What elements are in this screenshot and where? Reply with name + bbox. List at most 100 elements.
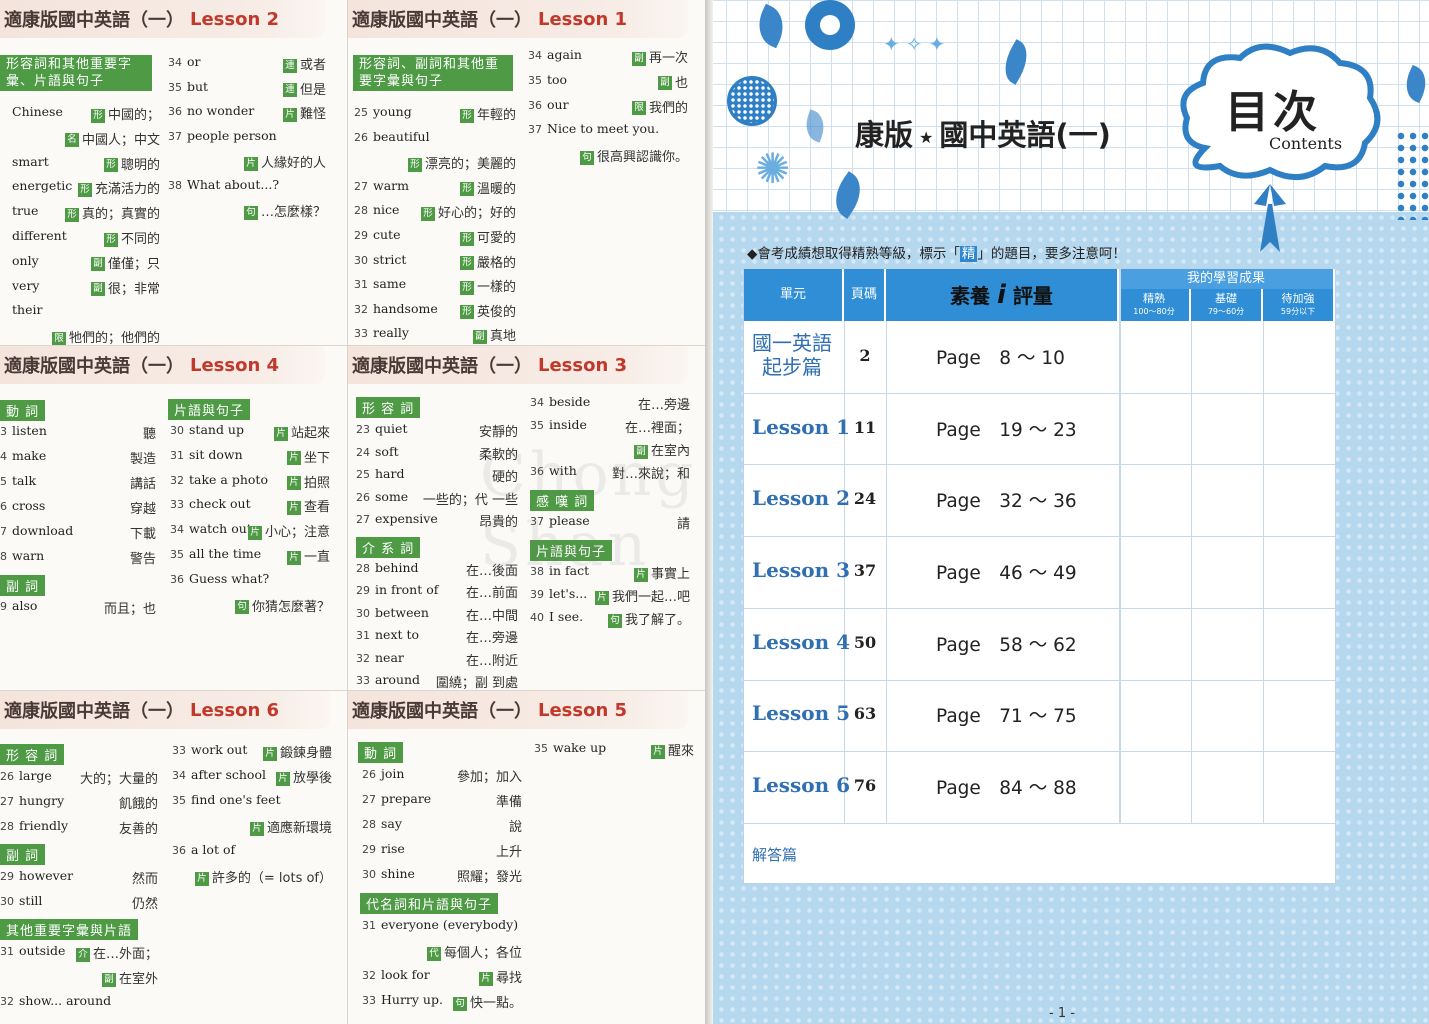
category-label: 副 詞 (0, 844, 46, 865)
category-label: 片語與句子 (168, 399, 251, 420)
page-range[interactable]: Page 19 ～ 23 (936, 416, 1077, 442)
entry-meaning: 然而 (131, 872, 158, 887)
card-header: 適康版國中英語（一） Lesson 4 (0, 346, 325, 384)
entry-number: 37 (528, 123, 542, 137)
entry-meaning: 安靜的 (478, 425, 518, 440)
book-spine (705, 0, 713, 1024)
entry-meaning: 副再一次 (528, 47, 688, 66)
grid-line (744, 464, 1335, 466)
entry-meaning: 片放學後 (172, 767, 332, 786)
entry-meaning: 副也 (528, 72, 688, 91)
grid-line (744, 607, 1335, 609)
entry-meaning: 限牠們的；他們的 (12, 327, 160, 345)
entry-meaning: 形漂亮的；美麗的 (354, 153, 516, 172)
entry-word: beautiful (373, 128, 430, 144)
grid-line (744, 823, 1335, 824)
entry-number: 31 (362, 919, 376, 932)
entry-meaning: 片鍛鍊身體 (172, 742, 332, 761)
part-of-speech-tag: 代 (426, 946, 441, 961)
entry-meaning: 在…旁邊 (465, 631, 518, 647)
part-of-speech-tag: 句 (579, 150, 594, 165)
vocab-entry: 38 What about...? (168, 177, 279, 192)
card-lesson: Lesson 1 (538, 8, 628, 30)
entry-number: 26 (354, 130, 368, 144)
card-lesson-1: 適康版國中英語（一） Lesson 1 形容詞、副詞和其他重要字彙與句子 25 y… (348, 0, 705, 345)
part-of-speech-tag: 片 (273, 426, 288, 441)
grid-line (1119, 269, 1121, 823)
entry-meaning: 句快一點。 (362, 992, 522, 1011)
book-title: 康版 ★ 國中英語(一) (855, 118, 1111, 152)
entry-meaning: 副僅僅；只 (12, 253, 160, 272)
page-number-cell: 24 (853, 489, 877, 509)
leaf-icon (800, 109, 830, 143)
entry-meaning: 片人緣好的人 (168, 152, 326, 171)
col-header-unit: 單元 (744, 269, 844, 321)
part-of-speech-tag: 句 (607, 613, 622, 628)
part-of-speech-tag: 句 (243, 205, 258, 220)
entry-meaning: 介在…外面； (0, 943, 158, 962)
part-of-speech-tag: 形 (459, 108, 474, 123)
card-header: 適康版國中英語（一） Lesson 1 (348, 0, 688, 38)
dotted-flower-icon (727, 76, 777, 126)
page-range[interactable]: Page 8 ～ 10 (936, 344, 1065, 370)
contents-subtitle: Contents (1269, 134, 1343, 153)
entry-meaning: 片站起來 (170, 422, 330, 441)
vocab-entry: 36 Guess what? (170, 571, 269, 586)
entry-word: find one's feet (191, 792, 281, 807)
entry-meaning: 聽 (142, 427, 156, 442)
answers-link[interactable]: 解答篇 (752, 844, 797, 865)
part-of-speech-tag: 句 (452, 996, 467, 1011)
page-number-cell: 37 (853, 560, 877, 580)
entry-meaning: 照耀；發光 (456, 870, 522, 885)
entry-meaning: 副真地 (354, 325, 516, 344)
part-of-speech-tag: 形 (407, 157, 422, 172)
entry-meaning: 友善的 (118, 822, 158, 837)
page-number-cell: 50 (853, 632, 877, 652)
card-title: 適康版國中英語（一） (352, 356, 532, 377)
category-label: 代名詞和片語與句子 (360, 893, 499, 914)
entry-meaning: 片尋找 (362, 967, 522, 986)
category-label: 介 系 詞 (356, 537, 421, 558)
dots-decoration (1395, 130, 1429, 220)
vocab-entry: 35 find one's feet (172, 792, 281, 807)
entry-number: 35 (172, 794, 186, 807)
flower-icon (805, 0, 855, 50)
unit-label: Lesson 3 (752, 557, 851, 582)
entry-meaning: 片一直 (170, 546, 330, 565)
entry-meaning: 警告 (129, 552, 156, 567)
entry-meaning: 大的；大量的 (79, 772, 158, 787)
page-range[interactable]: Page 46 ～ 49 (936, 559, 1077, 585)
vocab-entry: 36 a lot of (172, 842, 235, 857)
page-range[interactable]: Page 71 ～ 75 (936, 702, 1077, 728)
part-of-speech-tag: 片 (249, 821, 264, 836)
part-of-speech-tag: 形 (459, 280, 474, 295)
page-range[interactable]: Page 84 ～ 88 (936, 774, 1077, 800)
category-label: 形 容 詞 (0, 744, 65, 765)
entry-meaning: 片查看 (170, 496, 330, 515)
entry-meaning: 形英俊的 (354, 301, 516, 320)
page-range[interactable]: Page 58 ～ 62 (936, 631, 1077, 657)
card-title: 適康版國中英語（一） (4, 10, 184, 31)
entry-word: people person (187, 127, 277, 143)
category-label: 形容詞和其他重要字彙、片語與句子 (0, 55, 152, 91)
part-of-speech-tag: 形 (103, 158, 118, 173)
part-of-speech-tag: 片 (650, 744, 665, 759)
entry-meaning: 形聰明的 (12, 154, 160, 173)
grid-line (1263, 321, 1264, 823)
unit-label: 國一英語 起步篇 (752, 331, 832, 379)
entry-meaning: 在…前面 (465, 586, 518, 602)
entry-meaning: 形不同的 (12, 228, 160, 247)
col-header-assessment: 素養 i 評量 (886, 269, 1119, 321)
col-header-improve: 待加強 59分以下 (1263, 289, 1335, 321)
contents-table: 單元 頁碼 素養 i 評量 我的學習成果 精熟 100～80分 基礎 79～60分 … (743, 268, 1336, 884)
part-of-speech-tag: 限 (51, 331, 66, 345)
col-header-mastery: 精熟 100～80分 (1119, 289, 1191, 321)
card-lesson-6: 適康版國中英語（一） Lesson 6 形 容 詞 副 詞 其他重要字彙與片語 … (0, 691, 347, 1024)
category-label: 形 容 詞 (356, 397, 421, 418)
page-range[interactable]: Page 32 ～ 36 (936, 487, 1077, 513)
category-label: 動 詞 (0, 400, 46, 421)
entry-meaning: 圍繞；副 到處 (435, 676, 518, 690)
card-lesson: Lesson 2 (190, 8, 280, 30)
leaf-icon (996, 39, 1036, 85)
entry-word: everyone (everybody) (381, 917, 519, 932)
